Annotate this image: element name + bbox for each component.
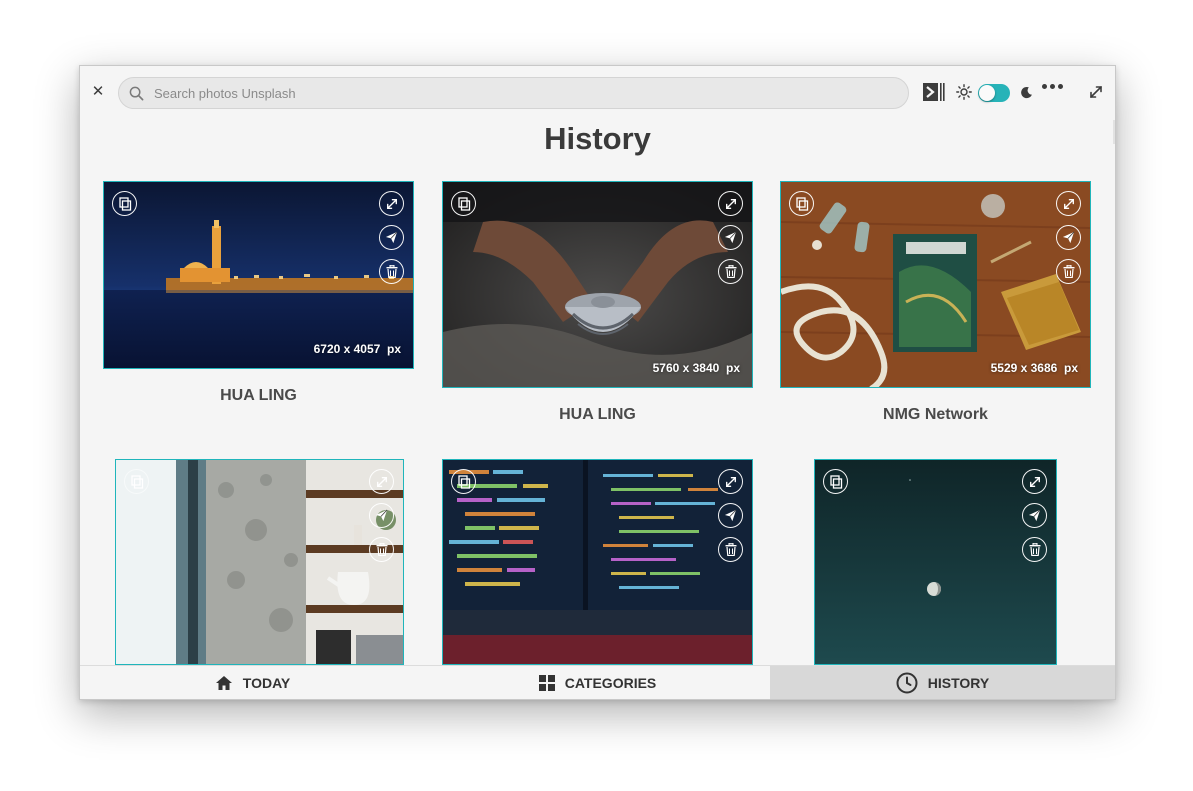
send-icon[interactable] <box>1022 503 1047 528</box>
photo-card: 6720 x 4057 px HUA LING <box>103 181 414 411</box>
expand-icon[interactable] <box>369 469 394 494</box>
more-icon[interactable] <box>1042 84 1063 89</box>
expand-icon[interactable] <box>1056 191 1081 216</box>
tab-categories[interactable]: CATEGORIES <box>425 666 770 699</box>
hands-bowl-image <box>443 182 752 387</box>
trash-icon[interactable] <box>379 259 404 284</box>
photo-thumbnail[interactable] <box>442 459 753 665</box>
photo-card <box>442 459 753 665</box>
slideshow-icon[interactable] <box>923 82 945 102</box>
home-icon <box>215 675 232 690</box>
expand-icon[interactable] <box>718 191 743 216</box>
trash-icon[interactable] <box>1056 259 1081 284</box>
photo-thumbnail[interactable]: 6720 x 4057 px <box>103 181 414 369</box>
fullscreen-icon[interactable] <box>1088 82 1104 102</box>
grid-icon <box>538 674 555 691</box>
code-screen-image <box>443 460 752 664</box>
flatlay-desk-image <box>781 182 1090 387</box>
tab-history[interactable]: HISTORY <box>770 666 1115 699</box>
clock-icon <box>896 672 918 693</box>
copy-icon[interactable] <box>451 191 476 216</box>
app-window: ✕ Search photos Unsplash History 6720 x … <box>79 65 1116 700</box>
trash-icon[interactable] <box>369 537 394 562</box>
photo-card: 5529 x 3686 px NMG Network <box>780 181 1091 431</box>
search-input[interactable] <box>152 84 856 102</box>
photo-author[interactable]: HUA LING <box>103 387 414 405</box>
send-icon[interactable] <box>718 225 743 250</box>
moon-sky-image <box>815 460 1056 664</box>
tab-today-label: TODAY <box>242 674 291 691</box>
copy-icon[interactable] <box>451 469 476 494</box>
tab-categories-label: CATEGORIES <box>564 674 657 691</box>
photo-card <box>814 459 1057 665</box>
tab-today[interactable]: TODAY <box>80 666 425 699</box>
send-icon[interactable] <box>369 503 394 528</box>
tab-history-label: HISTORY <box>927 674 990 691</box>
photo-thumbnail[interactable] <box>115 459 404 665</box>
trash-icon[interactable] <box>718 259 743 284</box>
send-icon[interactable] <box>1056 225 1081 250</box>
copy-icon[interactable] <box>124 469 149 494</box>
photo-thumbnail[interactable]: 5760 x 3840 px <box>442 181 753 388</box>
send-icon[interactable] <box>718 503 743 528</box>
close-icon[interactable]: ✕ <box>90 82 106 100</box>
expand-icon[interactable] <box>718 469 743 494</box>
copy-icon[interactable] <box>112 191 137 216</box>
toggle-knob <box>979 85 995 101</box>
moon-icon <box>1019 82 1033 102</box>
photo-dimensions: 5760 x 3840 px <box>652 361 740 375</box>
trash-icon[interactable] <box>1022 537 1047 562</box>
expand-icon[interactable] <box>1022 469 1047 494</box>
mosque-night-image <box>104 182 413 368</box>
search-bar[interactable] <box>118 77 909 109</box>
bottom-nav: TODAY CATEGORIES HISTORY <box>80 665 1115 699</box>
photo-dimensions: 6720 x 4057 px <box>313 342 401 356</box>
sun-icon <box>956 82 972 102</box>
copy-icon[interactable] <box>789 191 814 216</box>
photo-card <box>115 459 404 665</box>
send-icon[interactable] <box>379 225 404 250</box>
page-title: History <box>544 121 651 156</box>
photo-thumbnail[interactable]: 5529 x 3686 px <box>780 181 1091 388</box>
photo-card: 5760 x 3840 px HUA LING <box>442 181 753 431</box>
copy-icon[interactable] <box>823 469 848 494</box>
photo-thumbnail[interactable] <box>814 459 1057 665</box>
kitchen-shelf-image <box>116 460 403 664</box>
photo-dimensions: 5529 x 3686 px <box>990 361 1078 375</box>
photo-author[interactable]: HUA LING <box>442 406 753 424</box>
photo-author[interactable]: NMG Network <box>780 406 1091 424</box>
theme-toggle[interactable] <box>978 84 1010 102</box>
expand-icon[interactable] <box>379 191 404 216</box>
trash-icon[interactable] <box>718 537 743 562</box>
search-icon <box>129 86 144 100</box>
